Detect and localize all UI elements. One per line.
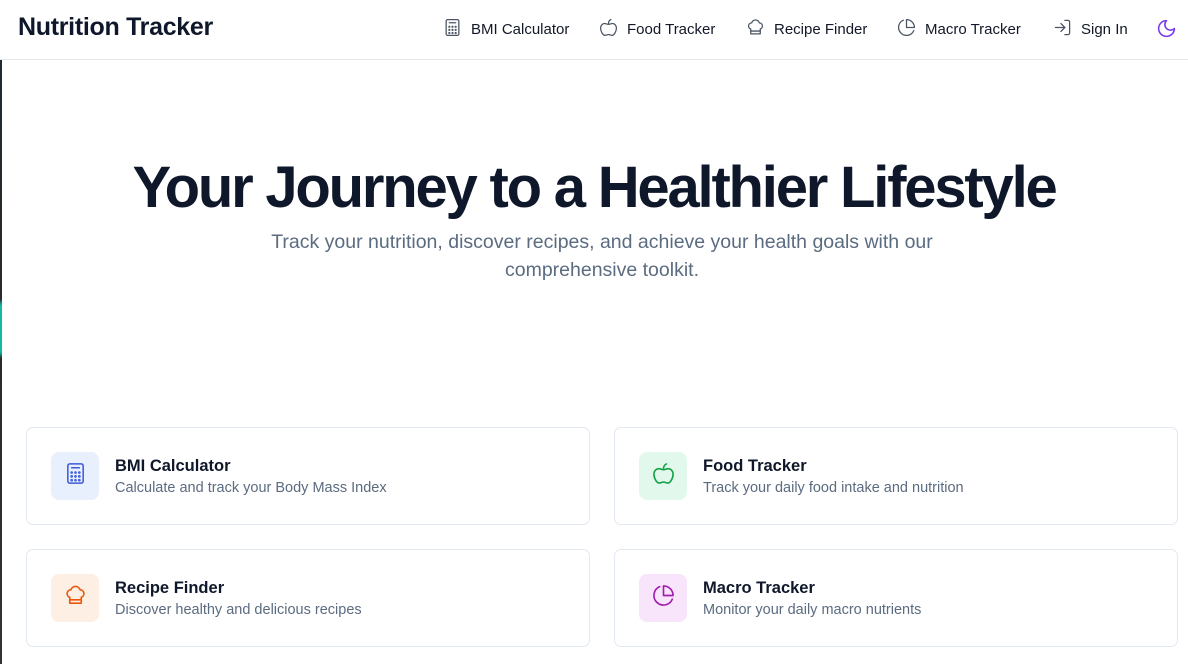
feature-card-bmi-calculator[interactable]: BMI Calculator Calculate and track your … bbox=[26, 427, 590, 525]
page: Nutrition Tracker BMI Calculator Food Tr… bbox=[0, 0, 1188, 664]
sign-in-icon bbox=[1053, 18, 1072, 41]
nav-food-tracker[interactable]: Food Tracker bbox=[599, 17, 715, 41]
nav-label: Recipe Finder bbox=[774, 20, 868, 38]
nav-macro-tracker[interactable]: Macro Tracker bbox=[897, 17, 1021, 41]
nav-label: Macro Tracker bbox=[925, 20, 1021, 38]
feature-title: BMI Calculator bbox=[115, 457, 231, 475]
calculator-icon bbox=[64, 462, 87, 490]
apple-icon bbox=[652, 462, 675, 490]
feature-title: Macro Tracker bbox=[703, 579, 815, 597]
pie-chart-icon bbox=[652, 584, 675, 612]
feature-description: Discover healthy and delicious recipes bbox=[115, 602, 362, 618]
moon-icon bbox=[1156, 19, 1177, 43]
nav-sign-in[interactable]: Sign In bbox=[1053, 17, 1128, 41]
feature-description: Calculate and track your Body Mass Index bbox=[115, 480, 387, 496]
apple-icon bbox=[599, 18, 618, 41]
nav-recipe-finder[interactable]: Recipe Finder bbox=[746, 17, 867, 41]
calculator-icon bbox=[443, 18, 462, 41]
hero-title: Your Journey to a Healthier Lifestyle bbox=[132, 155, 1057, 220]
pie-chart-icon bbox=[897, 18, 916, 41]
feature-icon-box bbox=[639, 452, 687, 500]
feature-card-recipe-finder[interactable]: Recipe Finder Discover healthy and delic… bbox=[26, 549, 590, 647]
feature-icon-box bbox=[639, 574, 687, 622]
chef-hat-icon bbox=[64, 584, 87, 612]
window-edge bbox=[0, 0, 2, 664]
nav-label: Food Tracker bbox=[627, 20, 716, 38]
nav-label: Sign In bbox=[1081, 20, 1128, 38]
feature-icon-box bbox=[51, 574, 99, 622]
feature-title: Food Tracker bbox=[703, 457, 807, 475]
feature-card-macro-tracker[interactable]: Macro Tracker Monitor your daily macro n… bbox=[614, 549, 1178, 647]
chef-hat-icon bbox=[746, 18, 765, 41]
nav-label: BMI Calculator bbox=[471, 20, 570, 38]
nav-bmi-calculator[interactable]: BMI Calculator bbox=[443, 17, 569, 41]
feature-title: Recipe Finder bbox=[115, 579, 225, 597]
feature-icon-box bbox=[51, 452, 99, 500]
theme-toggle-button[interactable] bbox=[1156, 18, 1178, 40]
top-navbar: Nutrition Tracker BMI Calculator Food Tr… bbox=[0, 0, 1188, 60]
feature-description: Track your daily food intake and nutriti… bbox=[703, 480, 964, 496]
feature-description: Monitor your daily macro nutrients bbox=[703, 602, 922, 618]
hero-subtitle: Track your nutrition, discover recipes, … bbox=[271, 231, 933, 281]
main-nav: BMI Calculator Food Tracker Recipe Finde… bbox=[0, 0, 1188, 60]
feature-card-food-tracker[interactable]: Food Tracker Track your daily food intak… bbox=[614, 427, 1178, 525]
